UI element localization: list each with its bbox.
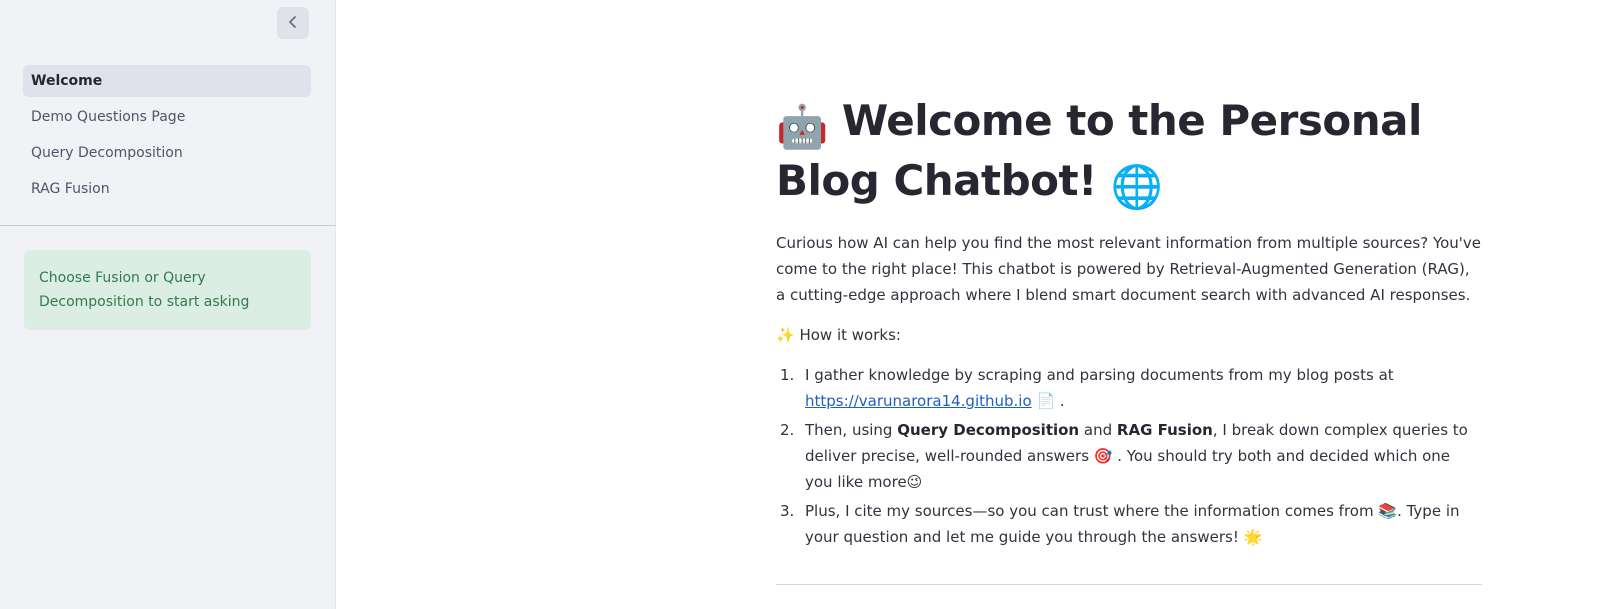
step-text-part: . bbox=[1059, 392, 1065, 410]
sidebar-item-demo-questions[interactable]: Demo Questions Page bbox=[23, 101, 311, 133]
list-item: 3. Plus, I cite my sources—so you can tr… bbox=[776, 498, 1482, 550]
step-text: Then, using Query Decomposition and RAG … bbox=[805, 417, 1482, 495]
wink-icon: 😉 bbox=[906, 473, 923, 491]
app-window: Welcome Demo Questions Page Query Decomp… bbox=[0, 0, 1622, 609]
info-alert-text: Choose Fusion or Query Decomposition to … bbox=[39, 270, 250, 310]
target-icon: 🎯 bbox=[1093, 447, 1113, 465]
sidebar: Welcome Demo Questions Page Query Decomp… bbox=[0, 0, 336, 609]
list-item: 2. Then, using Query Decomposition and R… bbox=[776, 417, 1482, 495]
intro-paragraph: Curious how AI can help you find the mos… bbox=[776, 234, 1482, 304]
sidebar-item-label: Query Decomposition bbox=[31, 145, 183, 161]
step-text-part: Plus, I cite my sources—so you can trust… bbox=[805, 502, 1374, 520]
sparkles-icon: ✨ bbox=[776, 326, 795, 344]
step-number: 3. bbox=[780, 502, 795, 520]
sidebar-item-label: RAG Fusion bbox=[31, 181, 110, 197]
chevron-left-icon bbox=[286, 14, 300, 33]
list-item: 1. I gather knowledge by scraping and pa… bbox=[776, 362, 1482, 414]
info-alert: Choose Fusion or Query Decomposition to … bbox=[24, 250, 311, 330]
step-bold-rag-fusion: RAG Fusion bbox=[1116, 421, 1213, 439]
step-number: 1. bbox=[780, 366, 795, 384]
step-bold-query-decomposition: Query Decomposition bbox=[897, 421, 1080, 439]
how-it-works-label: How it works: bbox=[799, 326, 901, 344]
page-title-text: Welcome to the Personal Blog Chatbot! bbox=[776, 96, 1422, 205]
content-divider bbox=[776, 584, 1482, 585]
sidebar-item-welcome[interactable]: Welcome bbox=[23, 65, 311, 97]
document-icon: 📄 bbox=[1036, 392, 1056, 410]
step-text-part: Then, using bbox=[805, 421, 893, 439]
step-text: I gather knowledge by scraping and parsi… bbox=[805, 362, 1482, 414]
robot-icon: 🤖 bbox=[776, 102, 828, 151]
sidebar-item-label: Demo Questions Page bbox=[31, 109, 186, 125]
sidebar-divider bbox=[0, 225, 336, 226]
globe-icon: 🌐 bbox=[1110, 162, 1163, 211]
sidebar-item-label: Welcome bbox=[31, 73, 103, 89]
collapse-sidebar-button[interactable] bbox=[277, 7, 309, 39]
sidebar-item-rag-fusion[interactable]: RAG Fusion bbox=[23, 173, 311, 205]
steps-list: 1. I gather knowledge by scraping and pa… bbox=[776, 362, 1482, 550]
star-icon: 🌟 bbox=[1243, 528, 1263, 546]
step-text-part: and bbox=[1083, 421, 1113, 439]
sidebar-item-query-decomposition[interactable]: Query Decomposition bbox=[23, 137, 311, 169]
sidebar-nav: Welcome Demo Questions Page Query Decomp… bbox=[23, 65, 311, 209]
step-text-part: I gather knowledge by scraping and parsi… bbox=[805, 366, 1394, 384]
books-icon: 📚 bbox=[1378, 502, 1398, 520]
step-text: Plus, I cite my sources—so you can trust… bbox=[805, 498, 1482, 550]
blog-link[interactable]: https://varunarora14.github.io bbox=[805, 392, 1032, 410]
how-it-works-heading: ✨ How it works: bbox=[776, 322, 1482, 348]
step-number: 2. bbox=[780, 421, 795, 439]
main-content: 🤖 Welcome to the Personal Blog Chatbot! … bbox=[776, 94, 1482, 585]
page-title: 🤖 Welcome to the Personal Blog Chatbot! … bbox=[776, 94, 1482, 214]
